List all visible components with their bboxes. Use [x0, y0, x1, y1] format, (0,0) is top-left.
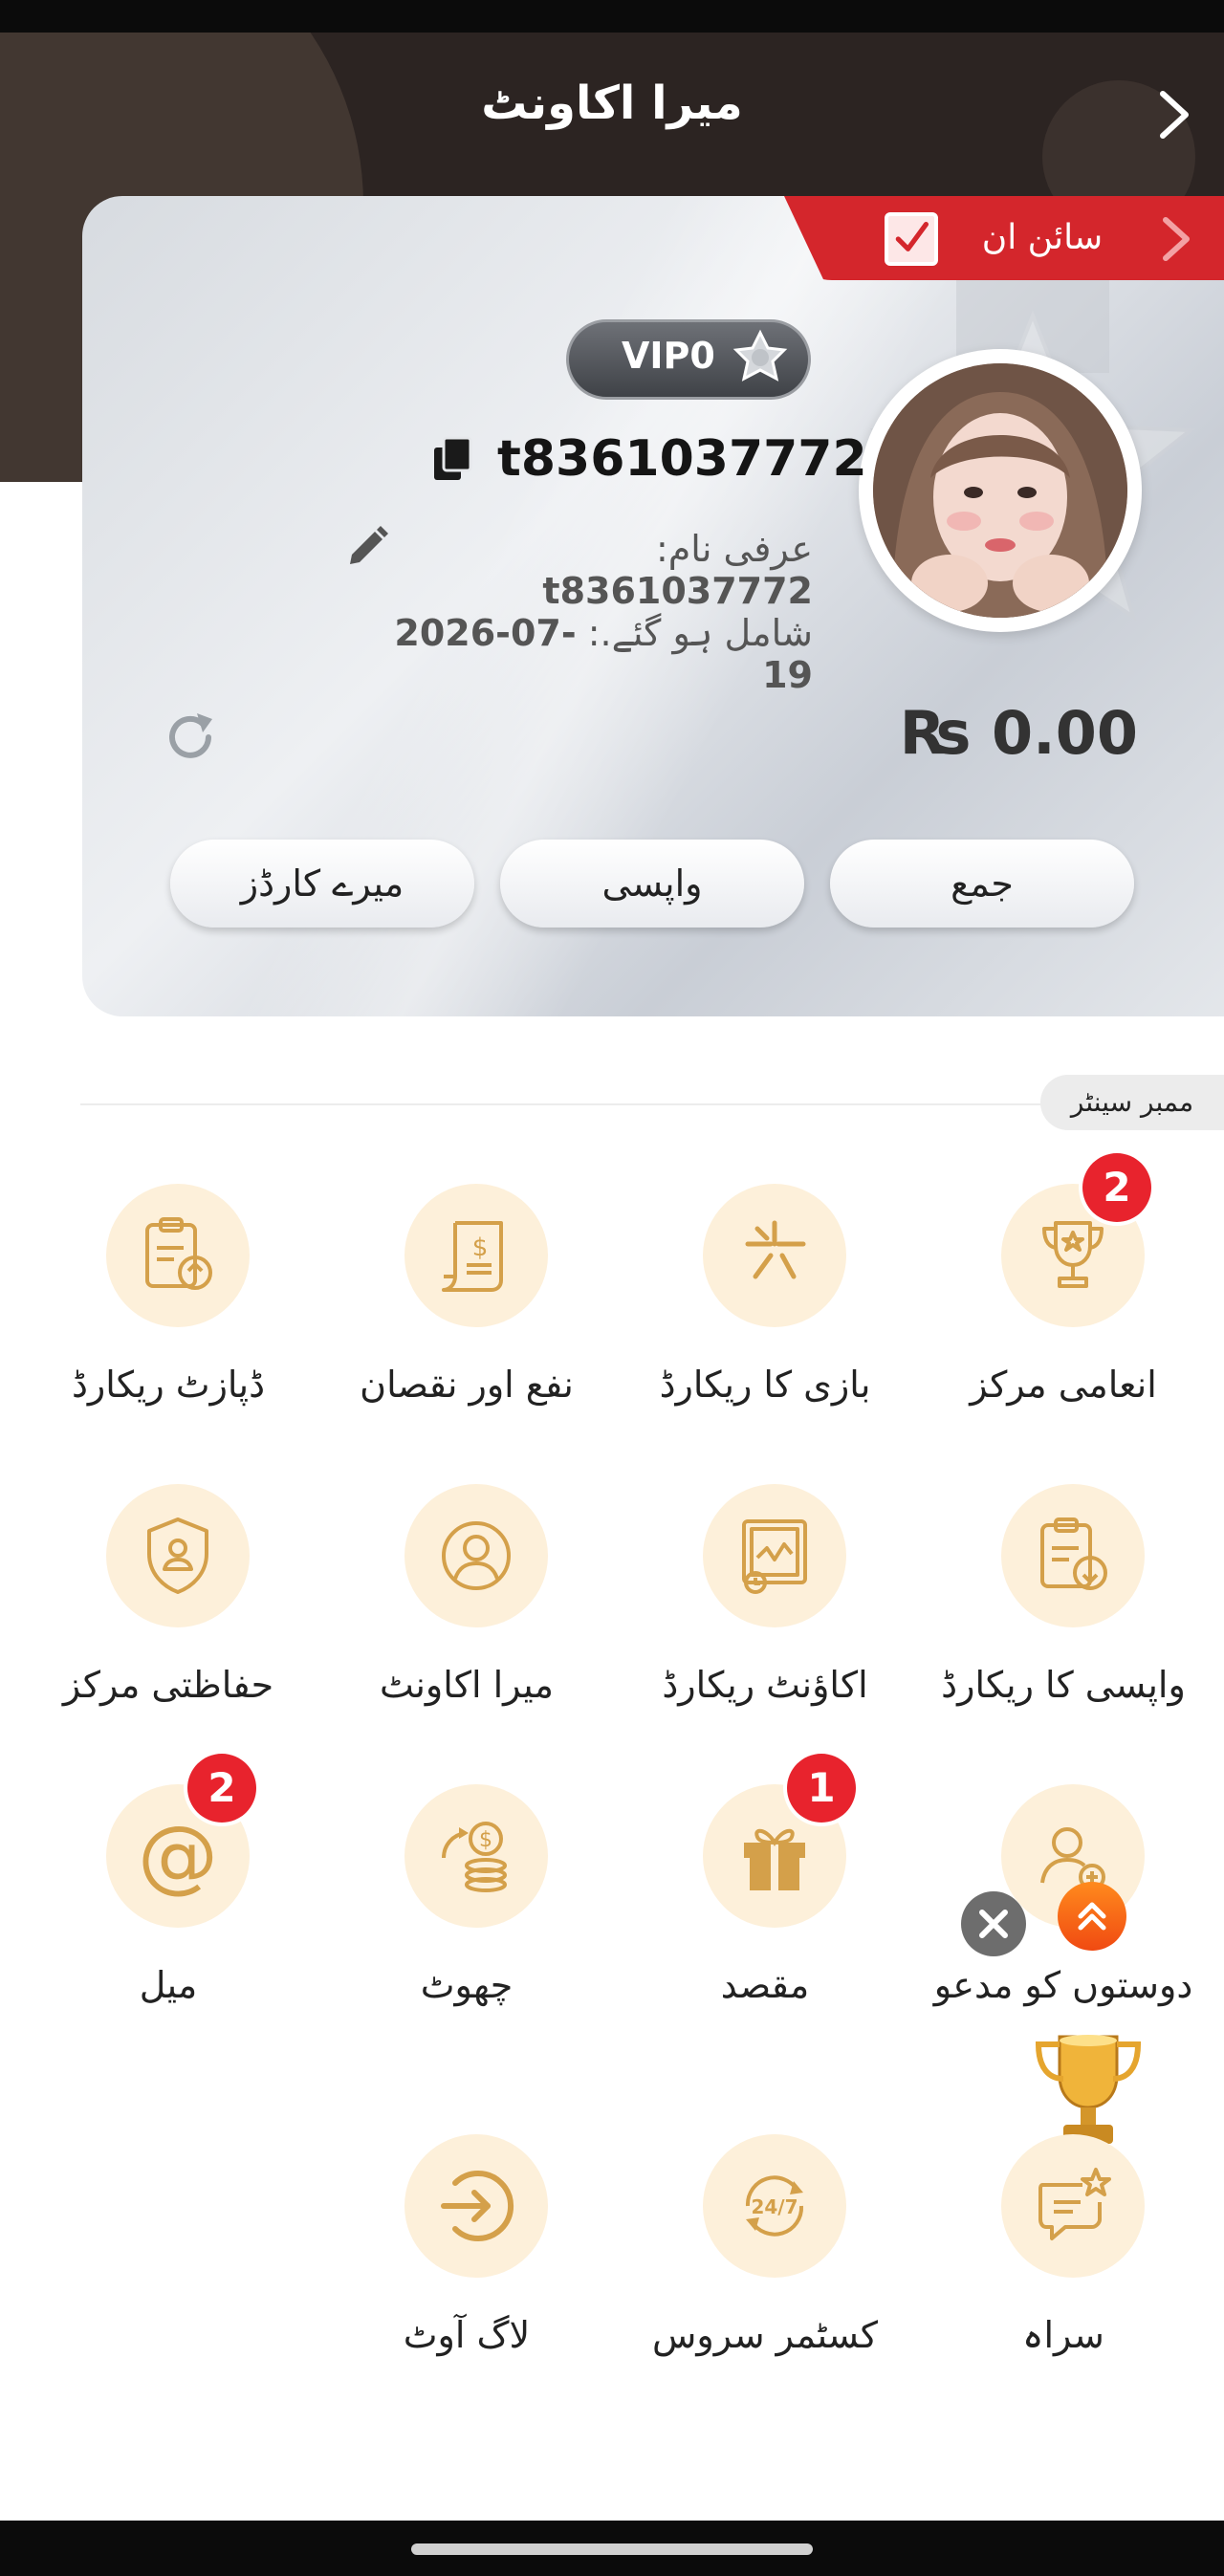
menu-item-account-record[interactable]: اکاؤنٹ ریکارڈ — [616, 1484, 914, 1723]
joined-row: شامل ہو گئے.: 2026-07-19 — [363, 612, 813, 696]
status-bar — [0, 0, 1224, 33]
edit-pencil-icon[interactable] — [346, 524, 390, 568]
scroll-up-button[interactable] — [1058, 1882, 1126, 1951]
account-record-icon — [742, 1519, 807, 1594]
avatar[interactable] — [873, 363, 1127, 618]
menu-label: میل — [139, 1964, 198, 2006]
svg-text:$: $ — [479, 1828, 492, 1852]
menu-label: دوستوں کو مدعو — [933, 1964, 1193, 2006]
svg-text:@: @ — [138, 1810, 218, 1902]
checkbox-icon — [885, 212, 938, 266]
menu-item-rebate[interactable]: $ چھوٹ — [317, 1784, 616, 2023]
support-24-7-icon: 24/7 — [745, 2175, 804, 2237]
icon-circle — [703, 1184, 846, 1327]
icon-circle: $ — [404, 1784, 548, 1928]
deposit-button[interactable]: جمع — [830, 840, 1134, 928]
medal-icon — [732, 329, 788, 382]
svg-text:24/7: 24/7 — [751, 2195, 798, 2218]
nickname-value: t8361037772 — [542, 570, 813, 612]
close-floating-button[interactable] — [961, 1891, 1026, 1956]
withdraw-button[interactable]: واپسی — [500, 840, 804, 928]
my-account-screen: میرا اکاونٹ سائن ان VIP0 t8361037772 عرف… — [0, 0, 1224, 2576]
gift-icon — [744, 1828, 805, 1890]
close-icon — [979, 1910, 1008, 1938]
icon-circle — [106, 1184, 250, 1327]
profit-loss-icon: $ — [442, 1221, 503, 1292]
logout-icon — [441, 2171, 514, 2241]
game-record-icon — [745, 1220, 806, 1279]
menu-item-customer-service[interactable]: 24/7 کسٹمر سروس — [616, 2134, 914, 2373]
section-divider — [80, 1103, 1132, 1105]
user-icon — [442, 1521, 511, 1590]
icon-circle — [404, 1484, 548, 1627]
menu-label: واپسی کا ریکارڈ — [941, 1664, 1186, 1706]
menu-label: میرا اکاونٹ — [380, 1664, 554, 1706]
signin-label[interactable]: سائن ان — [966, 218, 1119, 257]
menu-item-deposit-record[interactable]: ڈپازٹ ریکارڈ — [19, 1184, 317, 1423]
icon-circle: 24/7 — [703, 2134, 846, 2278]
menu-item-mail[interactable]: @ میل — [19, 1784, 317, 2023]
icon-circle — [106, 1484, 250, 1627]
icon-circle — [404, 2134, 548, 2278]
username: t8361037772 — [497, 430, 867, 488]
menu-label: مقصد — [720, 1964, 810, 2006]
notification-badge: 2 — [187, 1754, 256, 1823]
menu-label: کسٹمر سروس — [651, 2314, 878, 2356]
menu-label: بازی کا ریکارڈ — [659, 1364, 871, 1406]
menu-item-rewards-center[interactable]: انعامی مرکز — [914, 1184, 1213, 1423]
menu-label: اکاؤنٹ ریکارڈ — [662, 1664, 868, 1706]
svg-text:$: $ — [472, 1233, 489, 1262]
menu-label: حفاظتی مرکز — [62, 1664, 274, 1706]
menu-item-profit-loss[interactable]: $ نفع اور نقصان — [317, 1184, 616, 1423]
icon-circle: $ — [404, 1184, 548, 1327]
shield-icon — [147, 1517, 208, 1594]
menu-label: ڈپازٹ ریکارڈ — [71, 1364, 266, 1406]
my-cards-button[interactable]: میرے کارڈز — [170, 840, 474, 928]
coins-icon: $ — [442, 1822, 507, 1892]
menu-item-logout[interactable]: لاگ آوٹ — [317, 2134, 616, 2373]
notification-badge: 2 — [1082, 1153, 1151, 1222]
icon-circle — [1001, 1484, 1145, 1627]
menu-item-my-account[interactable]: میرا اکاونٹ — [317, 1484, 616, 1723]
withdraw-record-icon — [1040, 1517, 1107, 1590]
home-indicator[interactable] — [411, 2543, 813, 2555]
notification-badge: 1 — [787, 1754, 856, 1823]
deposit-record-icon — [145, 1217, 212, 1290]
chevron-right-icon — [1163, 217, 1190, 261]
trophy-icon — [1042, 1221, 1104, 1288]
menu-item-security-center[interactable]: حفاظتی مرکز — [19, 1484, 317, 1723]
menu-item-game-record[interactable]: بازی کا ریکارڈ — [616, 1184, 914, 1423]
copy-icon[interactable] — [430, 436, 474, 484]
menu-label: چھوٹ — [420, 1964, 514, 2006]
nickname-label: عرفی نام: — [655, 528, 813, 570]
icon-circle — [1001, 2134, 1145, 2278]
page-title: میرا اکاونٹ — [481, 76, 743, 130]
feedback-icon — [1038, 2168, 1111, 2240]
member-center-label: ممبر سینٹر — [1040, 1075, 1224, 1130]
menu-label: لاگ آوٹ — [403, 2314, 531, 2356]
chevron-right-icon[interactable] — [1148, 88, 1201, 142]
balance-amount: ₨ 0.00 — [899, 698, 1138, 768]
joined-label: شامل ہو گئے.: — [587, 612, 813, 654]
menu-item-withdraw-record[interactable]: واپسی کا ریکارڈ — [914, 1484, 1213, 1723]
double-chevron-up-icon — [1078, 1902, 1106, 1931]
refresh-icon[interactable] — [161, 708, 220, 767]
menu-label: نفع اور نقصان — [360, 1364, 574, 1406]
mail-at-icon: @ — [138, 1810, 218, 1902]
vip-level: VIP0 — [622, 335, 715, 377]
nickname-row: عرفی نام: t8361037772 — [402, 528, 813, 612]
menu-label: انعامی مرکز — [970, 1364, 1157, 1406]
icon-circle — [703, 1484, 846, 1627]
floating-trophy-icon[interactable] — [1021, 2027, 1155, 2151]
menu-item-feedback[interactable]: سراہ — [914, 2134, 1213, 2373]
menu-item-goal[interactable]: مقصد — [616, 1784, 914, 2023]
menu-label: سراہ — [1022, 2314, 1104, 2356]
